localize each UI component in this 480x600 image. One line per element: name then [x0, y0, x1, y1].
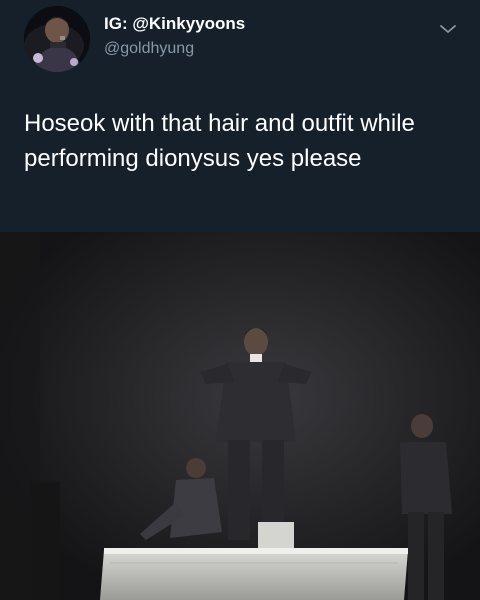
user-handle[interactable]: @goldhyung: [104, 40, 194, 58]
tweet-header: IG: @Kinkyyoons @goldhyung Hoseok with t…: [0, 0, 480, 232]
avatar-image: [24, 6, 90, 72]
concert-scene-image: [0, 232, 480, 600]
tweet-text: Hoseok with that hair and outfit while p…: [24, 110, 415, 172]
tweet-media-video[interactable]: [0, 232, 480, 600]
chevron-down-icon[interactable]: [438, 22, 458, 36]
avatar[interactable]: [24, 6, 90, 72]
display-name[interactable]: IG: @Kinkyyoons: [104, 14, 245, 34]
